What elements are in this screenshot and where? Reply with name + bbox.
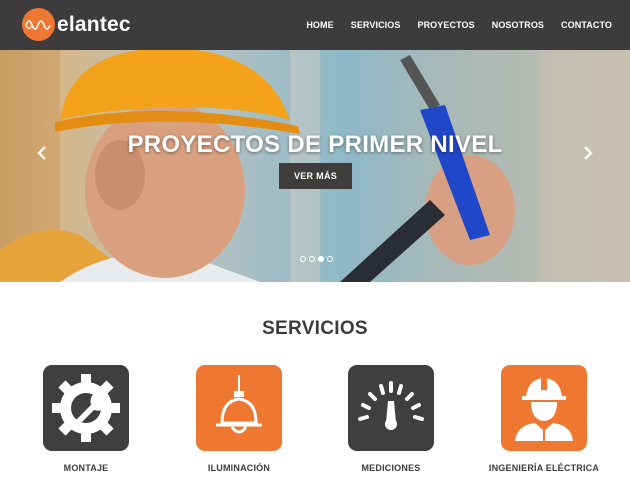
slider-dots (300, 256, 336, 262)
nav-item-nosotros[interactable]: NOSOTROS (492, 20, 544, 30)
services-title: SERVICIOS (262, 318, 368, 339)
slider-dot-2[interactable] (309, 256, 315, 262)
service-ingenieria-electrica: INGENIERÍA ELÉCTRICA (479, 365, 609, 473)
nav-item-home[interactable]: HOME (306, 20, 333, 30)
slider-dot-4[interactable] (327, 256, 333, 262)
logo-wave-icon (22, 8, 55, 41)
nav-item-servicios[interactable]: SERVICIOS (351, 20, 401, 30)
service-label-iluminacion: ILUMINACIÓN (207, 463, 271, 473)
slider-dot-3[interactable] (318, 256, 324, 262)
service-iluminacion: ILUMINACIÓN (174, 365, 304, 473)
logo-text: elantec (57, 12, 131, 36)
service-tile-mediciones[interactable] (348, 365, 434, 451)
nav-item-proyectos[interactable]: PROYECTOS (417, 20, 474, 30)
hero-slider: PROYECTOS DE PRIMER NIVEL VER MÁS (0, 50, 630, 282)
slider-dot-1[interactable] (300, 256, 306, 262)
ver-mas-button[interactable]: VER MÁS (279, 163, 352, 189)
site-header: elantec HOME SERVICIOS PROYECTOS NOSOTRO… (0, 0, 630, 50)
gauge-icon (358, 381, 424, 430)
gear-wrench-icon (52, 374, 120, 442)
hero-title: PROYECTOS DE PRIMER NIVEL (127, 131, 503, 158)
service-montaje: MONTAJE (21, 365, 151, 473)
main-nav: HOME SERVICIOS PROYECTOS NOSOTROS CONTAC… (289, 0, 612, 50)
service-label-mediciones: MEDICIONES (361, 463, 421, 473)
lamp-icon (216, 375, 262, 434)
service-label-ingenieria-electrica: INGENIERÍA ELÉCTRICA (488, 463, 600, 473)
nav-item-contacto[interactable]: CONTACTO (561, 20, 612, 30)
logo[interactable]: elantec (22, 8, 131, 41)
engineer-icon (515, 378, 573, 441)
service-label-montaje: MONTAJE (63, 463, 109, 473)
service-tile-montaje[interactable] (43, 365, 129, 451)
service-tile-ingenieria-electrica[interactable] (501, 365, 587, 451)
service-mediciones: MEDICIONES (326, 365, 456, 473)
service-tile-iluminacion[interactable] (196, 365, 282, 451)
